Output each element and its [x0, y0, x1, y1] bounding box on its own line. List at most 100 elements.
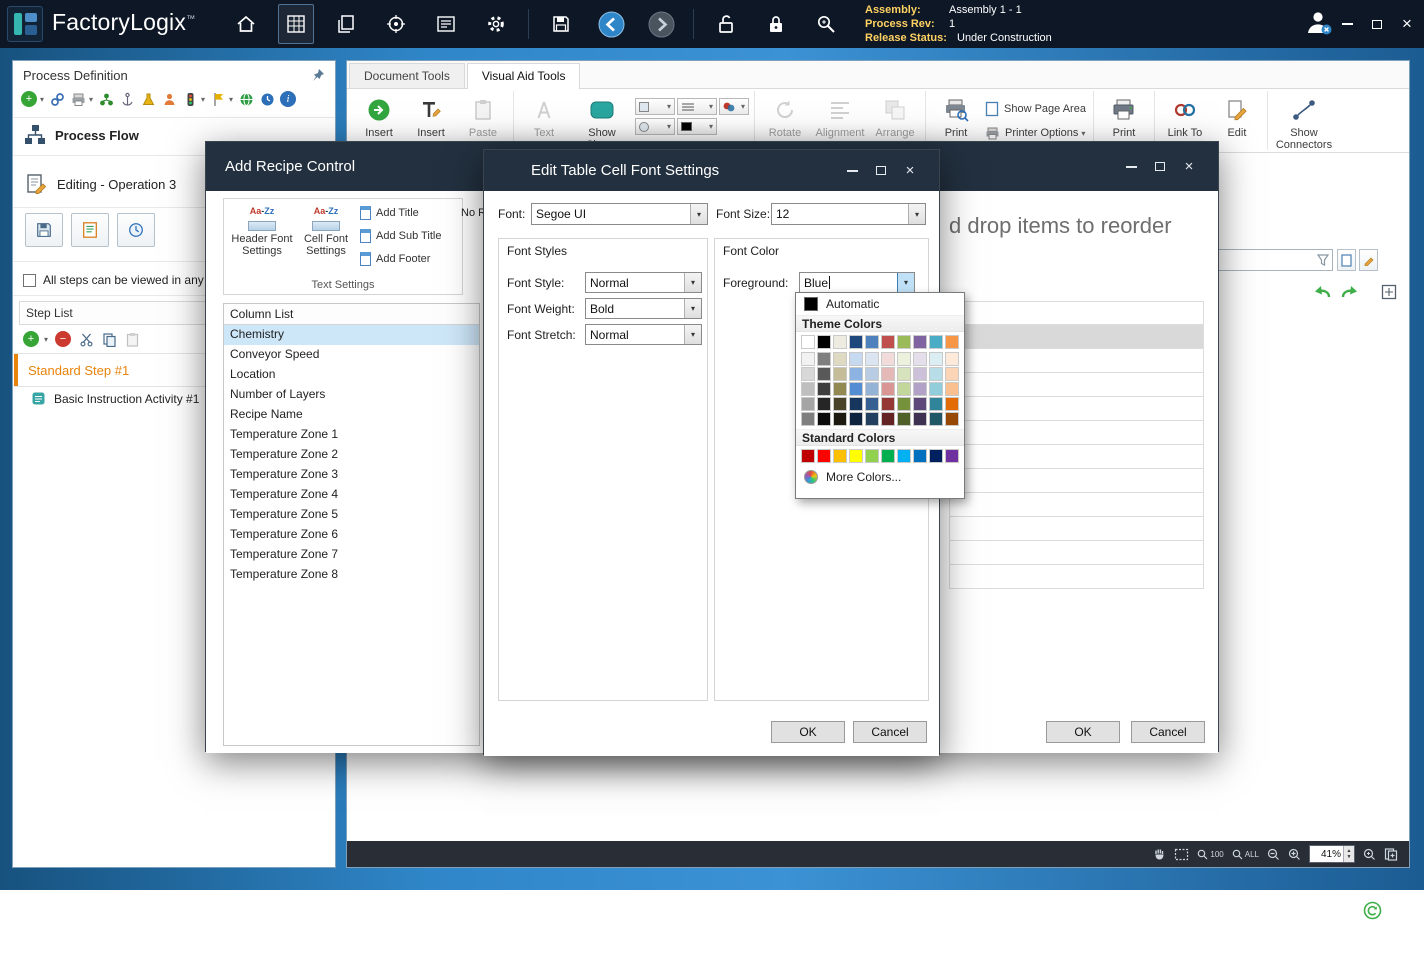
- color-swatch[interactable]: [929, 382, 943, 396]
- flag-dropdown-caret[interactable]: ▾: [229, 95, 233, 104]
- column-list-item[interactable]: Temperature Zone 8: [224, 565, 479, 585]
- add-icon[interactable]: +: [21, 91, 37, 107]
- zoom-100-button[interactable]: 100: [1197, 849, 1223, 860]
- color-swatch[interactable]: [865, 382, 879, 396]
- reorder-row[interactable]: [949, 325, 1204, 349]
- font-dialog-titlebar[interactable]: Edit Table Cell Font Settings ×: [484, 150, 939, 191]
- zoom-stepper[interactable]: ▲▼: [1343, 846, 1354, 862]
- cancel-button[interactable]: Cancel: [853, 721, 927, 743]
- back-button[interactable]: [593, 4, 629, 44]
- print-dropdown-caret[interactable]: ▾: [89, 95, 93, 104]
- color-swatch[interactable]: [801, 367, 815, 381]
- color-swatch[interactable]: [945, 449, 959, 463]
- printer-options-option[interactable]: Printer Options▾: [983, 123, 1088, 143]
- flag-icon[interactable]: [210, 91, 226, 107]
- refresh-circle-icon[interactable]: [1363, 901, 1382, 920]
- color-swatch[interactable]: [945, 367, 959, 381]
- color-swatch[interactable]: [881, 412, 895, 426]
- column-list-item[interactable]: Temperature Zone 2: [224, 445, 479, 465]
- color-swatch[interactable]: [865, 412, 879, 426]
- color-swatch[interactable]: [801, 352, 815, 366]
- user-step-icon[interactable]: [161, 91, 177, 107]
- color-swatch[interactable]: [945, 412, 959, 426]
- target-icon[interactable]: [378, 4, 414, 44]
- color-swatch[interactable]: [897, 382, 911, 396]
- line-color-combo[interactable]: ▾: [677, 118, 717, 135]
- view-steps-checkbox[interactable]: [23, 274, 36, 287]
- color-swatch[interactable]: [849, 352, 863, 366]
- color-swatch[interactable]: [833, 397, 847, 411]
- zoom-marquee-icon[interactable]: [1174, 848, 1189, 861]
- header-font-settings-button[interactable]: Aa-Zz Header Font Settings: [231, 202, 293, 276]
- font-style-combo[interactable]: Normal▾: [585, 272, 702, 293]
- print-icon[interactable]: [70, 91, 86, 107]
- column-list-item[interactable]: Temperature Zone 6: [224, 525, 479, 545]
- template-button[interactable]: [71, 213, 109, 247]
- color-swatch[interactable]: [913, 367, 927, 381]
- color-swatch[interactable]: [929, 367, 943, 381]
- lock-icon[interactable]: [758, 4, 794, 44]
- info-icon[interactable]: i: [280, 91, 296, 107]
- color-swatch[interactable]: [945, 335, 959, 349]
- color-swatch[interactable]: [849, 412, 863, 426]
- color-swatch[interactable]: [881, 352, 895, 366]
- cell-font-settings-button[interactable]: Aa-Zz Cell Font Settings: [295, 202, 357, 276]
- color-swatch[interactable]: [881, 335, 895, 349]
- column-list-item[interactable]: Conveyor Speed: [224, 345, 479, 365]
- color-swatch[interactable]: [945, 397, 959, 411]
- color-swatch[interactable]: [897, 397, 911, 411]
- dialog-minimize-button[interactable]: [1124, 160, 1138, 174]
- maximize-button[interactable]: [1370, 17, 1384, 31]
- color-swatch[interactable]: [913, 335, 927, 349]
- color-swatch[interactable]: [881, 367, 895, 381]
- settings-gear-icon[interactable]: [478, 4, 514, 44]
- shape-fill-combo[interactable]: ▾: [635, 98, 675, 115]
- font-stretch-combo[interactable]: Normal▾: [585, 324, 702, 345]
- color-swatch[interactable]: [849, 367, 863, 381]
- color-swatch[interactable]: [929, 412, 943, 426]
- tab-visual-aid-tools[interactable]: Visual Aid Tools: [467, 63, 581, 89]
- color-swatch[interactable]: [849, 449, 863, 463]
- theme-combo[interactable]: ▾: [719, 98, 749, 115]
- anchor-icon[interactable]: [119, 91, 135, 107]
- column-list-item[interactable]: Temperature Zone 3: [224, 465, 479, 485]
- process-definition-icon[interactable]: [278, 4, 314, 44]
- home-icon[interactable]: [228, 4, 264, 44]
- color-swatch[interactable]: [881, 449, 895, 463]
- add-step-icon[interactable]: +: [23, 331, 39, 347]
- reorder-row[interactable]: [949, 301, 1204, 325]
- color-swatch[interactable]: [865, 397, 879, 411]
- column-list-item[interactable]: Temperature Zone 5: [224, 505, 479, 525]
- color-swatch[interactable]: [897, 449, 911, 463]
- forward-button[interactable]: [643, 4, 679, 44]
- color-swatch[interactable]: [801, 449, 815, 463]
- column-list-item[interactable]: Chemistry: [224, 325, 479, 345]
- column-list-item[interactable]: Recipe Name: [224, 405, 479, 425]
- color-swatch[interactable]: [913, 352, 927, 366]
- color-swatch[interactable]: [913, 449, 927, 463]
- remove-step-icon[interactable]: −: [55, 331, 71, 347]
- color-swatch[interactable]: [865, 352, 879, 366]
- color-swatch[interactable]: [945, 352, 959, 366]
- reorder-row[interactable]: [949, 541, 1204, 565]
- color-swatch[interactable]: [849, 397, 863, 411]
- pan-hand-icon[interactable]: [1152, 847, 1166, 861]
- tree-icon[interactable]: [98, 91, 114, 107]
- color-swatch[interactable]: [897, 367, 911, 381]
- color-swatch[interactable]: [897, 412, 911, 426]
- color-swatch[interactable]: [817, 352, 831, 366]
- color-swatch[interactable]: [833, 367, 847, 381]
- reorder-row[interactable]: [949, 397, 1204, 421]
- link-icon[interactable]: [49, 91, 65, 107]
- reorder-row[interactable]: [949, 469, 1204, 493]
- color-swatch[interactable]: [833, 382, 847, 396]
- tab-document-tools[interactable]: Document Tools: [349, 63, 465, 88]
- zoom-all-button[interactable]: ALL: [1232, 849, 1259, 860]
- font-family-combo[interactable]: Segoe UI▾: [531, 203, 708, 225]
- color-swatch[interactable]: [833, 352, 847, 366]
- color-swatch[interactable]: [897, 335, 911, 349]
- traffic-dropdown-caret[interactable]: ▾: [201, 95, 205, 104]
- search-audit-icon[interactable]: [808, 4, 844, 44]
- history-icon[interactable]: [259, 91, 275, 107]
- color-swatch[interactable]: [817, 397, 831, 411]
